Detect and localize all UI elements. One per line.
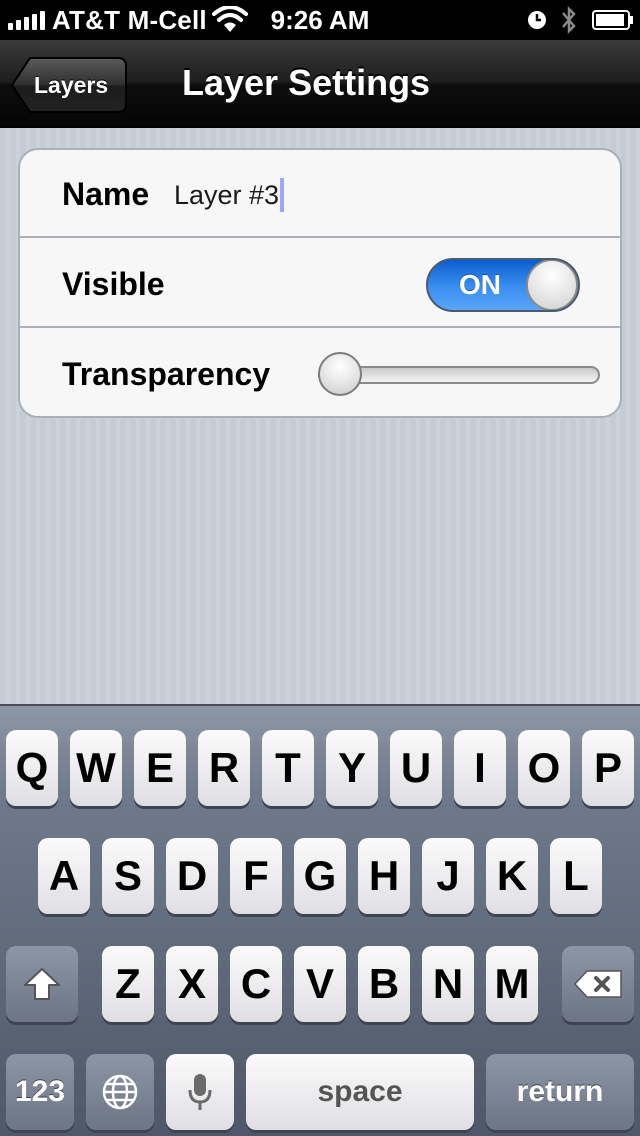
shift-key[interactable] [6,946,78,1022]
nav-title-container: Layer Settings [0,40,640,128]
key-a[interactable]: A [38,838,90,914]
transparency-label: Transparency [62,356,271,392]
key-o[interactable]: O [518,730,570,806]
key-z[interactable]: Z [102,946,154,1022]
space-key[interactable]: space [246,1054,474,1130]
transparency-row: Transparency [20,330,620,416]
key-r[interactable]: R [198,730,250,806]
key-c[interactable]: C [230,946,282,1022]
visible-label: Visible [62,266,165,302]
key-h[interactable]: H [358,838,410,914]
key-b[interactable]: B [358,946,410,1022]
key-j[interactable]: J [422,838,474,914]
microphone-icon [188,1074,212,1110]
settings-content: Name Layer #3 Visible ON Transparency [0,128,640,704]
key-y[interactable]: Y [326,730,378,806]
key-v[interactable]: V [294,946,346,1022]
globe-icon [102,1074,138,1110]
name-row[interactable]: Name Layer #3 [20,150,620,238]
key-x[interactable]: X [166,946,218,1022]
key-s[interactable]: S [102,838,154,914]
dictation-key[interactable] [166,1054,234,1130]
visible-row: Visible ON [20,240,620,328]
toggle-on-label: ON [459,269,501,300]
transparency-slider[interactable] [300,330,600,416]
status-bar: AT&T M-Cell 9:26 AM [0,0,640,40]
return-key[interactable]: return [486,1054,634,1130]
battery-icon [592,10,633,30]
key-w[interactable]: W [70,730,122,806]
slider-thumb[interactable] [318,352,362,396]
key-m[interactable]: M [486,946,538,1022]
text-cursor [280,178,285,212]
numbers-key[interactable]: 123 [6,1054,74,1130]
key-k[interactable]: K [486,838,538,914]
key-g[interactable]: G [294,838,346,914]
key-l[interactable]: L [550,838,602,914]
alarm-clock-icon [528,11,546,29]
delete-icon [573,970,622,998]
globe-key[interactable] [86,1054,154,1130]
bluetooth-icon [562,5,576,35]
key-f[interactable]: F [230,838,282,914]
visible-toggle[interactable]: ON [426,258,580,312]
shift-icon [24,968,60,1000]
key-i[interactable]: I [454,730,506,806]
key-e[interactable]: E [134,730,186,806]
page-title: Layer Settings [182,62,431,103]
key-d[interactable]: D [166,838,218,914]
name-label: Name [62,176,150,212]
name-field[interactable]: Layer #3 [174,178,285,212]
settings-group: Name Layer #3 Visible ON Transparency [18,148,622,418]
delete-key[interactable] [562,946,634,1022]
toggle-knob[interactable] [526,260,578,310]
key-q[interactable]: Q [6,730,58,806]
key-n[interactable]: N [422,946,474,1022]
keyboard: QWERTYUIOP ASDFGHJKL ZXCVBNM 123 space r… [0,704,640,1136]
key-t[interactable]: T [262,730,314,806]
key-u[interactable]: U [390,730,442,806]
key-p[interactable]: P [582,730,634,806]
name-field-text: Layer #3 [174,180,280,210]
